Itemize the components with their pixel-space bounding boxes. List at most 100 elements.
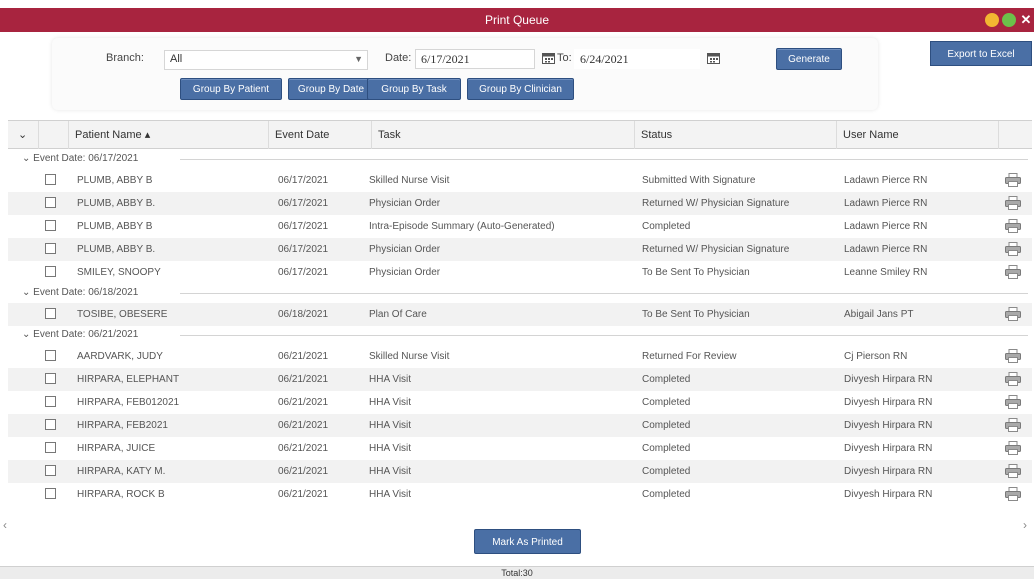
group-by-patient-button[interactable]: Group By Patient <box>180 78 282 100</box>
printer-icon[interactable] <box>1005 464 1021 478</box>
group-divider <box>180 293 1028 294</box>
row-checkbox[interactable] <box>45 220 56 231</box>
printer-icon[interactable] <box>1005 219 1021 233</box>
group-by-date-button[interactable]: Group By Date <box>288 78 374 100</box>
filter-panel: Branch: All ▼ Date: 6/17/2021 To: 6/24/2… <box>52 38 878 110</box>
chevron-down-icon[interactable]: ⌄ <box>22 153 33 164</box>
event-date-cell: 06/21/2021 <box>278 466 329 477</box>
group-header[interactable]: ⌄ Event Date: 06/18/2021 <box>8 284 1032 302</box>
branch-label: Branch: <box>106 52 144 64</box>
mark-as-printed-button[interactable]: Mark As Printed <box>474 529 581 554</box>
status-cell: Completed <box>642 420 691 431</box>
row-checkbox[interactable] <box>45 197 56 208</box>
printer-icon[interactable] <box>1005 173 1021 187</box>
task-cell: HHA Visit <box>369 420 412 431</box>
printer-icon[interactable] <box>1005 265 1021 279</box>
printer-icon[interactable] <box>1005 307 1021 321</box>
group-by-task-button[interactable]: Group By Task <box>367 78 461 100</box>
generate-button[interactable]: Generate <box>776 48 842 70</box>
task-cell: HHA Visit <box>369 466 412 477</box>
printer-icon[interactable] <box>1005 441 1021 455</box>
print-queue-grid: ⌄ Patient Name ▴ Event Date Task Status … <box>8 120 1032 516</box>
table-row[interactable]: PLUMB, ABBY B 06/17/2021 Skilled Nurse Vis… <box>8 169 1032 192</box>
column-event-date[interactable]: Event Date <box>268 121 371 149</box>
date-to-field[interactable]: 6/24/2021 <box>574 49 700 69</box>
table-row[interactable]: HIRPARA, JUICE 06/21/2021 HHA Visit Complet… <box>8 437 1032 460</box>
collapse-all-icon[interactable]: ⌄ <box>8 121 38 149</box>
group-label: ⌄ Event Date: 06/18/2021 <box>22 287 138 298</box>
group-by-clinician-button[interactable]: Group By Clinician <box>467 78 574 100</box>
date-from-field[interactable]: 6/17/2021 <box>415 49 535 69</box>
row-checkbox[interactable] <box>45 465 56 476</box>
table-row[interactable]: SMILEY, SNOOPY 06/17/2021 Physician Order T… <box>8 261 1032 284</box>
row-checkbox[interactable] <box>45 350 56 361</box>
chevron-down-icon[interactable]: ⌄ <box>22 287 33 298</box>
row-checkbox[interactable] <box>45 396 56 407</box>
user-name-cell: Ladawn Pierce RN <box>844 198 928 209</box>
printer-icon[interactable] <box>1005 372 1021 386</box>
printer-icon[interactable] <box>1005 395 1021 409</box>
table-row[interactable]: PLUMB, ABBY B. 06/17/2021 Physician Order R… <box>8 192 1032 215</box>
task-cell: Skilled Nurse Visit <box>369 351 450 362</box>
patient-name-cell: PLUMB, ABBY B. <box>77 198 156 209</box>
row-checkbox[interactable] <box>45 308 56 319</box>
patient-name-cell: HIRPARA, ROCK B <box>77 489 165 500</box>
total-count: Total:30 <box>501 568 533 578</box>
branch-select[interactable]: All ▼ <box>164 50 368 70</box>
printer-icon[interactable] <box>1005 418 1021 432</box>
group-label: ⌄ Event Date: 06/21/2021 <box>22 329 138 340</box>
row-checkbox[interactable] <box>45 174 56 185</box>
user-name-cell: Divyesh Hirpara RN <box>844 374 933 385</box>
row-checkbox[interactable] <box>45 243 56 254</box>
scroll-right-icon[interactable]: › <box>1023 518 1027 532</box>
row-checkbox[interactable] <box>45 373 56 384</box>
table-row[interactable]: PLUMB, ABBY B. 06/17/2021 Physician Order R… <box>8 238 1032 261</box>
column-task[interactable]: Task <box>371 121 634 149</box>
printer-icon[interactable] <box>1005 349 1021 363</box>
table-row[interactable]: PLUMB, ABBY B 06/17/2021 Intra-Episode Sum… <box>8 215 1032 238</box>
table-row[interactable]: HIRPARA, ROCK B 06/21/2021 HHA Visit Comple… <box>8 483 1032 506</box>
column-user-name[interactable]: User Name <box>836 121 998 149</box>
row-checkbox[interactable] <box>45 442 56 453</box>
status-cell: Completed <box>642 466 691 477</box>
scroll-left-icon[interactable]: ‹ <box>3 518 7 532</box>
group-header[interactable]: ⌄ Event Date: 06/17/2021 <box>8 150 1032 168</box>
printer-icon[interactable] <box>1005 242 1021 256</box>
row-checkbox[interactable] <box>45 488 56 499</box>
status-cell: Submitted With Signature <box>642 175 756 186</box>
patient-name-cell: SMILEY, SNOOPY <box>77 267 161 278</box>
table-row[interactable]: AARDVARK, JUDY 06/21/2021 Skilled Nurse Vi… <box>8 345 1032 368</box>
calendar-icon[interactable] <box>707 52 720 64</box>
column-patient-name[interactable]: Patient Name ▴ <box>68 121 268 149</box>
status-cell: To Be Sent To Physician <box>642 309 750 320</box>
status-cell: Returned For Review <box>642 351 737 362</box>
patient-name-cell: HIRPARA, FEB2021 <box>77 420 168 431</box>
table-row[interactable]: HIRPARA, FEB2021 06/21/2021 HHA Visit Compl… <box>8 414 1032 437</box>
status-cell: Completed <box>642 221 691 232</box>
calendar-icon[interactable] <box>542 52 555 64</box>
printer-icon[interactable] <box>1005 196 1021 210</box>
minimize-button[interactable] <box>985 13 999 27</box>
table-row[interactable]: TOSIBE, OBESERE 06/18/2021 Plan Of Care To … <box>8 303 1032 326</box>
close-button[interactable]: ✕ <box>1019 13 1033 27</box>
maximize-button[interactable] <box>1002 13 1016 27</box>
select-column-header <box>38 121 68 149</box>
event-date-cell: 06/17/2021 <box>278 198 329 209</box>
printer-icon[interactable] <box>1005 487 1021 501</box>
task-cell: HHA Visit <box>369 397 412 408</box>
task-cell: HHA Visit <box>369 489 412 500</box>
user-name-cell: Divyesh Hirpara RN <box>844 466 933 477</box>
table-row[interactable]: HIRPARA, FEB012021 06/21/2021 HHA Visit Com… <box>8 391 1032 414</box>
task-cell: Physician Order <box>369 198 441 209</box>
row-checkbox[interactable] <box>45 266 56 277</box>
group-header[interactable]: ⌄ Event Date: 06/21/2021 <box>8 326 1032 344</box>
user-name-cell: Abigail Jans PT <box>844 309 914 320</box>
task-cell: Intra-Episode Summary (Auto-Generated) <box>369 221 555 232</box>
column-status[interactable]: Status <box>634 121 836 149</box>
table-row[interactable]: HIRPARA, KATY M. 06/21/2021 HHA Visit Compl… <box>8 460 1032 483</box>
table-row[interactable]: HIRPARA, ELEPHANT 06/21/2021 HHA Visit Comp… <box>8 368 1032 391</box>
chevron-down-icon[interactable]: ⌄ <box>22 329 33 340</box>
row-checkbox[interactable] <box>45 419 56 430</box>
event-date-cell: 06/17/2021 <box>278 267 329 278</box>
export-to-excel-button[interactable]: Export to Excel <box>930 41 1032 66</box>
